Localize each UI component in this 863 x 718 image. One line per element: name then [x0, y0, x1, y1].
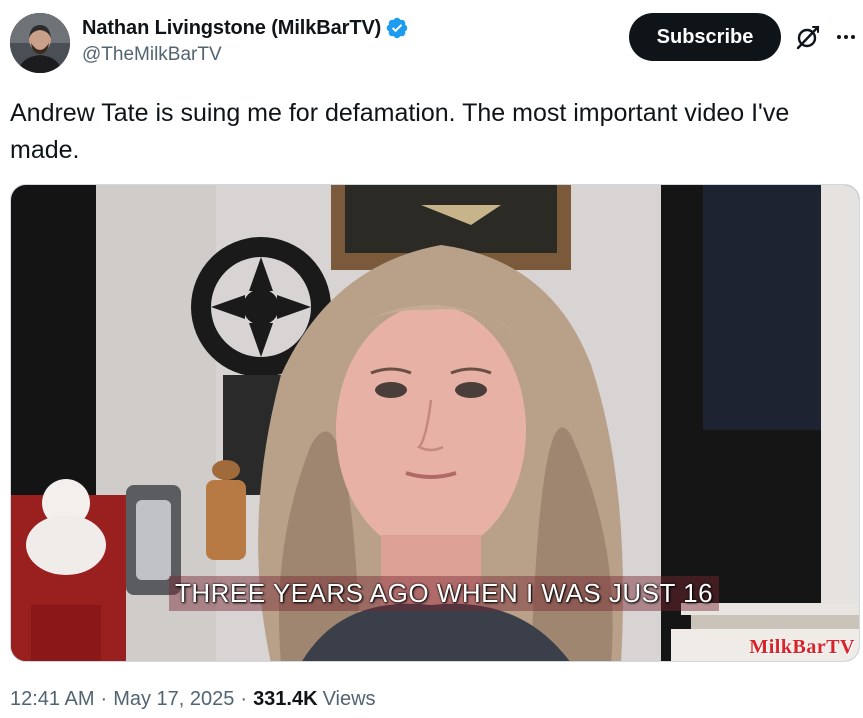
tweet-meta: 12:41 AM · May 17, 2025 · 331.4K Views: [10, 688, 376, 711]
meta-separator: ·: [100, 688, 108, 710]
avatar[interactable]: [10, 13, 70, 73]
video-player[interactable]: THREE YEARS AGO WHEN I WAS JUST 16 MilkB…: [10, 184, 860, 662]
tweet-text: Andrew Tate is suing me for defamation. …: [10, 99, 790, 164]
tweet-card: Nathan Livingstone (MilkBarTV) @TheMilkB…: [0, 0, 863, 718]
more-options-icon[interactable]: [832, 26, 860, 48]
avatar-image: [10, 13, 70, 73]
video-watermark: MilkBarTV: [749, 636, 855, 658]
grok-icon[interactable]: [794, 23, 822, 51]
subscribe-button[interactable]: Subscribe: [629, 13, 781, 61]
author-info: Nathan Livingstone (MilkBarTV) @TheMilkB…: [82, 14, 409, 66]
tweet-time[interactable]: 12:41 AM: [10, 688, 95, 711]
views-label: Views: [322, 688, 376, 710]
video-caption: THREE YEARS AGO WHEN I WAS JUST 16: [169, 576, 720, 611]
name-row: Nathan Livingstone (MilkBarTV): [82, 14, 409, 42]
verified-badge-icon[interactable]: [385, 16, 409, 40]
display-name[interactable]: Nathan Livingstone (MilkBarTV): [82, 17, 381, 40]
tweet-date[interactable]: May 17, 2025: [113, 688, 234, 711]
views-count[interactable]: 331.4K: [253, 688, 318, 711]
meta-separator: ·: [240, 688, 248, 710]
author-handle[interactable]: @TheMilkBarTV: [82, 44, 409, 66]
